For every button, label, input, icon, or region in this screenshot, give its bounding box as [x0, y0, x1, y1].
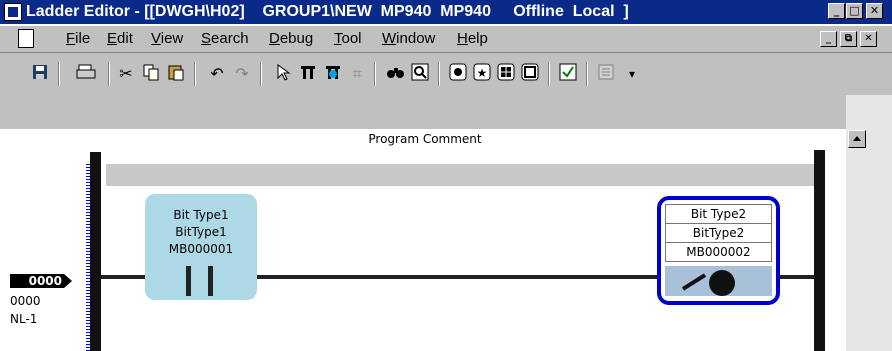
- doc-icon[interactable]: [594, 63, 618, 85]
- minimize-button[interactable]: _: [828, 3, 845, 19]
- step-arrow-icon: [64, 274, 72, 288]
- coil-symbol-area: [665, 266, 772, 296]
- window-icon[interactable]: [518, 63, 542, 85]
- paste-icon[interactable]: [164, 63, 188, 85]
- step-number-secondary: 0000: [10, 294, 41, 308]
- toolbar-separator: [58, 62, 60, 86]
- menu-window[interactable]: Window: [382, 30, 435, 48]
- doc-minimize-button[interactable]: _: [820, 31, 837, 47]
- toolbar-separator: [548, 62, 550, 86]
- contact-bar-left: [186, 266, 191, 296]
- contact-icon[interactable]: [296, 63, 320, 85]
- contact-comment-2: BitType1: [175, 225, 227, 239]
- toolbar-separator: [438, 62, 440, 86]
- left-power-rail: [90, 152, 101, 351]
- toolbar-separator: [374, 62, 376, 86]
- dropdown-icon[interactable]: ▾: [620, 63, 644, 85]
- contact-address: MB000001: [168, 242, 234, 256]
- grid-icon[interactable]: [494, 63, 518, 85]
- coil-circle-icon: [709, 270, 735, 296]
- svg-text:★: ★: [477, 66, 488, 80]
- coil-comment-2: BitType2: [666, 224, 771, 243]
- rung-wire: [213, 275, 663, 279]
- menu-bar: File Edit View Search Debug Tool Window …: [0, 26, 892, 53]
- editor-top-strip: [0, 95, 846, 129]
- step-number-label[interactable]: 0000: [10, 274, 64, 288]
- right-power-rail: [814, 150, 825, 351]
- pointer-icon[interactable]: [272, 63, 296, 85]
- save-icon[interactable]: [28, 63, 52, 85]
- find-icon[interactable]: [384, 63, 408, 85]
- scroll-up-button[interactable]: [848, 130, 866, 148]
- print-icon[interactable]: [74, 63, 98, 85]
- toolbar-separator: [260, 62, 262, 86]
- check-icon[interactable]: [556, 63, 580, 85]
- contact-element[interactable]: Bit Type1 BitType1 MB000001: [145, 194, 257, 300]
- toolbar-separator: [108, 62, 110, 86]
- menu-tool[interactable]: Tool: [334, 30, 362, 48]
- doc-restore-button[interactable]: ⧉: [840, 31, 857, 47]
- coil-element[interactable]: Bit Type2 BitType2 MB000002: [657, 196, 780, 305]
- menu-edit[interactable]: Edit: [107, 30, 133, 48]
- menu-view[interactable]: View: [151, 30, 183, 48]
- rung-wire: [775, 275, 815, 279]
- nest-level-label: NL-1: [10, 312, 38, 326]
- ladder-app-icon[interactable]: [4, 3, 22, 21]
- contact-bar-right: [208, 266, 213, 296]
- menu-help[interactable]: Help: [457, 30, 488, 48]
- coil-address: MB000002: [686, 245, 751, 259]
- rung-comment-band: [106, 164, 814, 186]
- toolbar: ✂ ↶ ↷ ⌗ ★ ▾: [0, 55, 892, 91]
- menu-debug[interactable]: Debug: [269, 30, 313, 48]
- document-icon[interactable]: [18, 29, 34, 48]
- cut-icon[interactable]: ✂: [114, 63, 138, 85]
- coil-comment-1: Bit Type2: [666, 205, 771, 224]
- toolbar-separator: [586, 62, 588, 86]
- star-icon[interactable]: ★: [470, 63, 494, 85]
- title-bar: Ladder Editor - [[DWGH\H02] GROUP1\NEW M…: [0, 0, 892, 24]
- window-title: Ladder Editor - [[DWGH\H02] GROUP1\NEW M…: [26, 3, 629, 20]
- contact-comment-1: Bit Type1: [173, 208, 229, 222]
- coil-icon[interactable]: [321, 63, 345, 85]
- close-button[interactable]: ✕: [866, 3, 883, 19]
- toolbar-separator: [194, 62, 196, 86]
- maximize-button[interactable]: □: [846, 3, 863, 19]
- redo-icon[interactable]: ↷: [230, 63, 254, 85]
- coil-label-box: Bit Type2 BitType2 MB000002: [665, 204, 772, 262]
- program-comment[interactable]: Program Comment: [300, 132, 550, 146]
- box1-icon[interactable]: [446, 63, 470, 85]
- doc-close-button[interactable]: ✕: [860, 31, 877, 47]
- function-icon[interactable]: ⌗: [345, 63, 369, 85]
- copy-icon[interactable]: [139, 63, 163, 85]
- undo-icon[interactable]: ↶: [205, 63, 229, 85]
- coil-slash-icon: [681, 273, 707, 291]
- menu-search[interactable]: Search: [201, 30, 249, 48]
- menu-file[interactable]: File: [66, 30, 90, 48]
- zoom-icon[interactable]: [408, 63, 432, 85]
